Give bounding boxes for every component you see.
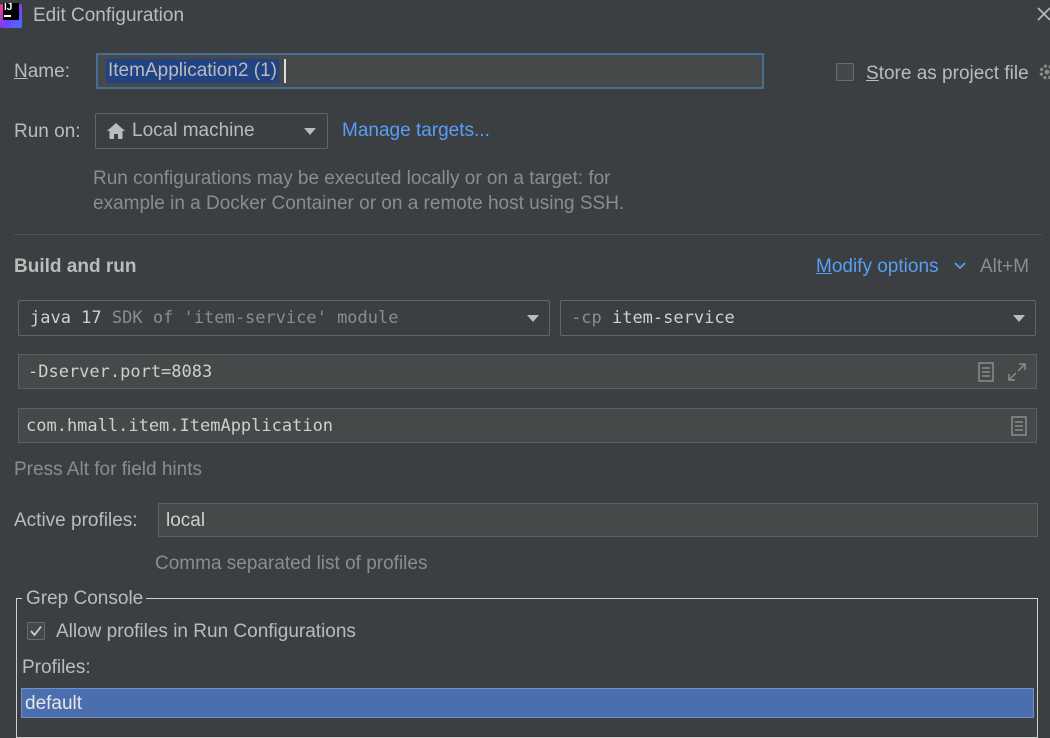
name-input-value: ItemApplication2 (1) — [106, 59, 279, 83]
modify-options-rest: odify options — [831, 256, 939, 277]
classpath-module: item-service — [611, 308, 735, 328]
expand-icon[interactable] — [1007, 362, 1027, 382]
active-profiles-input[interactable] — [158, 503, 1038, 537]
run-on-selected: Local machine — [132, 120, 255, 141]
run-on-description-line1: Run configurations may be executed local… — [93, 168, 611, 189]
store-mnemonic: S — [866, 63, 879, 84]
modify-mnemonic: M — [816, 256, 832, 277]
jdk-main: java 17 — [30, 308, 102, 328]
store-label-rest: tore as project file — [878, 63, 1029, 84]
separator — [14, 234, 1042, 235]
active-profiles-value: local — [166, 510, 206, 531]
window-title: Edit Configuration — [33, 5, 185, 26]
grep-console-title: Grep Console — [26, 588, 144, 609]
store-as-project-file-checkbox[interactable] — [836, 63, 854, 81]
name-label-mnemonic: N — [14, 61, 28, 82]
manage-targets-link[interactable]: Manage targets... — [342, 120, 490, 142]
gear-icon[interactable] — [1038, 62, 1050, 82]
chevron-down-icon — [304, 128, 316, 135]
active-profiles-label: Active profiles: — [14, 510, 138, 531]
vm-options-value: -Dserver.port=8083 — [28, 362, 213, 382]
chevron-down-icon — [1013, 315, 1025, 322]
jdk-detail: SDK of 'item-service' module — [111, 308, 399, 328]
active-profiles-hint: Comma separated list of profiles — [155, 553, 428, 574]
close-icon[interactable] — [1036, 6, 1050, 22]
jdk-dropdown-value: java 17 SDK of 'item-service' module — [30, 308, 398, 328]
build-and-run-heading: Build and run — [14, 256, 137, 277]
modify-options-shortcut: Alt+M — [980, 256, 1030, 277]
field-hint: Press Alt for field hints — [14, 459, 202, 480]
modify-options-link[interactable]: Modify options — [816, 256, 939, 278]
profile-list-item-label: default — [25, 693, 83, 714]
document-icon[interactable] — [978, 362, 994, 382]
run-on-label: Run on: — [14, 121, 81, 142]
checkmark-icon — [30, 625, 42, 637]
profiles-label: Profiles: — [22, 657, 91, 678]
chevron-down-icon[interactable] — [954, 260, 966, 270]
store-as-project-file-label[interactable]: Store as project file — [866, 63, 1029, 85]
name-label-rest: ame: — [27, 61, 70, 82]
document-icon[interactable] — [1011, 416, 1027, 436]
app-icon-text: IJ — [4, 2, 13, 13]
allow-profiles-label[interactable]: Allow profiles in Run Configurations — [56, 621, 356, 643]
profile-list-item-selected[interactable] — [21, 688, 1034, 718]
run-on-description-line2: example in a Docker Container or on a re… — [93, 193, 625, 214]
name-label: Name: — [14, 61, 70, 83]
main-class-value: com.hmall.item.ItemApplication — [26, 416, 334, 436]
text-caret — [284, 59, 286, 83]
classpath-dropdown-value: -cp item-service — [571, 308, 735, 328]
app-icon-bar — [4, 15, 11, 17]
chevron-down-icon — [527, 315, 539, 322]
classpath-prefix: -cp — [571, 308, 602, 328]
home-icon — [107, 123, 125, 139]
